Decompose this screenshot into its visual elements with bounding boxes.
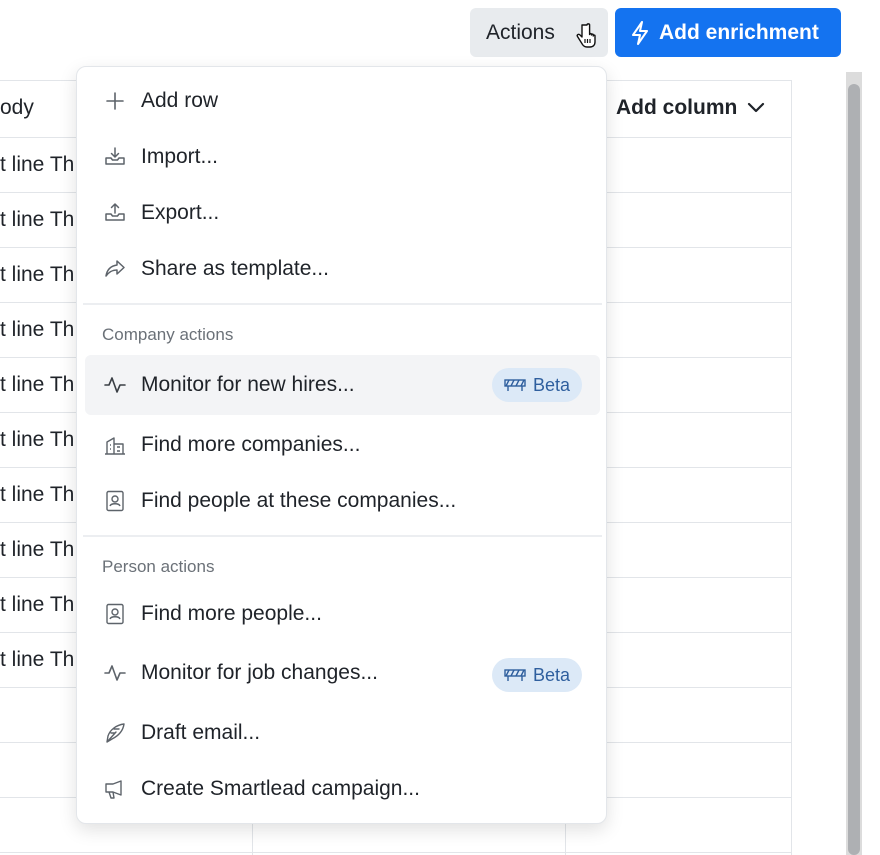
table-cell[interactable]: t line Th <box>0 263 74 287</box>
badge-label: Beta <box>532 664 570 685</box>
table-cell[interactable]: t line Th <box>0 153 74 177</box>
barrier-icon <box>504 379 526 391</box>
menu-item-label: Share as template... <box>141 257 329 280</box>
lightning-icon <box>632 20 648 45</box>
plus-icon <box>103 89 127 113</box>
menu-item-share-template[interactable]: Share as template... <box>85 241 600 297</box>
beta-badge: Beta <box>491 368 582 402</box>
menu-item-find-companies[interactable]: Find more companies... <box>85 417 600 473</box>
actions-dropdown-menu: Add row Import... Export... Share as tem… <box>76 66 607 824</box>
table-cell[interactable]: t line Th <box>0 373 74 397</box>
table-cell[interactable]: t line Th <box>0 483 74 507</box>
add-enrichment-label: Add enrichment <box>659 20 819 44</box>
activity-icon <box>103 661 127 685</box>
menu-item-find-people-at-companies[interactable]: Find people at these companies... <box>85 473 600 529</box>
menu-item-label: Find people at these companies... <box>141 489 457 512</box>
menu-item-label: Export... <box>141 201 220 224</box>
contact-card-icon <box>103 489 127 513</box>
add-column-label: Add column <box>616 96 738 119</box>
section-label-person: Person actions <box>102 557 215 576</box>
table-cell[interactable]: t line Th <box>0 428 74 452</box>
menu-item-import[interactable]: Import... <box>85 129 600 185</box>
menu-item-find-people[interactable]: Find more people... <box>85 586 600 642</box>
megaphone-icon <box>103 777 127 801</box>
add-column-button[interactable]: Add column <box>616 96 765 120</box>
export-icon <box>103 201 127 225</box>
hand-pointer-icon <box>576 23 596 48</box>
menu-item-add-row[interactable]: Add row <box>85 73 600 129</box>
buildings-icon <box>103 433 127 457</box>
menu-item-create-smartlead-campaign[interactable]: Create Smartlead campaign... <box>85 761 600 817</box>
scrollbar-thumb[interactable] <box>848 84 860 855</box>
menu-item-draft-email[interactable]: Draft email... <box>85 705 600 761</box>
actions-label: Actions <box>486 20 555 44</box>
beta-badge: Beta <box>491 658 582 692</box>
share-icon <box>103 257 127 281</box>
activity-icon <box>103 373 127 397</box>
menu-item-label: Draft email... <box>141 721 261 744</box>
menu-item-label: Import... <box>141 145 219 168</box>
menu-item-monitor-new-hires[interactable]: Monitor for new hires... Beta <box>85 355 600 415</box>
menu-item-export[interactable]: Export... <box>85 185 600 241</box>
barrier-icon <box>504 669 526 681</box>
badge-label: Beta <box>532 374 570 395</box>
table-cell[interactable]: t line Th <box>0 593 74 617</box>
menu-item-label: Monitor for job changes... <box>141 661 378 684</box>
chevron-down-icon <box>748 102 765 113</box>
column-header-body[interactable]: ody <box>0 96 34 120</box>
table-cell[interactable]: t line Th <box>0 318 74 342</box>
add-enrichment-button[interactable]: Add enrichment <box>615 8 841 57</box>
menu-item-label: Create Smartlead campaign... <box>141 777 420 800</box>
table-cell[interactable]: t line Th <box>0 208 74 232</box>
menu-item-label: Find more companies... <box>141 433 361 456</box>
contact-card-icon <box>103 602 127 626</box>
quill-icon <box>103 721 127 745</box>
menu-item-label: Add row <box>141 89 219 112</box>
section-label-company: Company actions <box>102 325 234 344</box>
table-cell[interactable]: t line Th <box>0 648 74 672</box>
menu-item-label: Find more people... <box>141 602 322 625</box>
menu-item-monitor-job-changes[interactable]: Monitor for job changes... Beta <box>85 645 600 701</box>
table-cell[interactable]: t line Th <box>0 538 74 562</box>
import-icon <box>103 145 127 169</box>
menu-item-label: Monitor for new hires... <box>141 373 355 396</box>
